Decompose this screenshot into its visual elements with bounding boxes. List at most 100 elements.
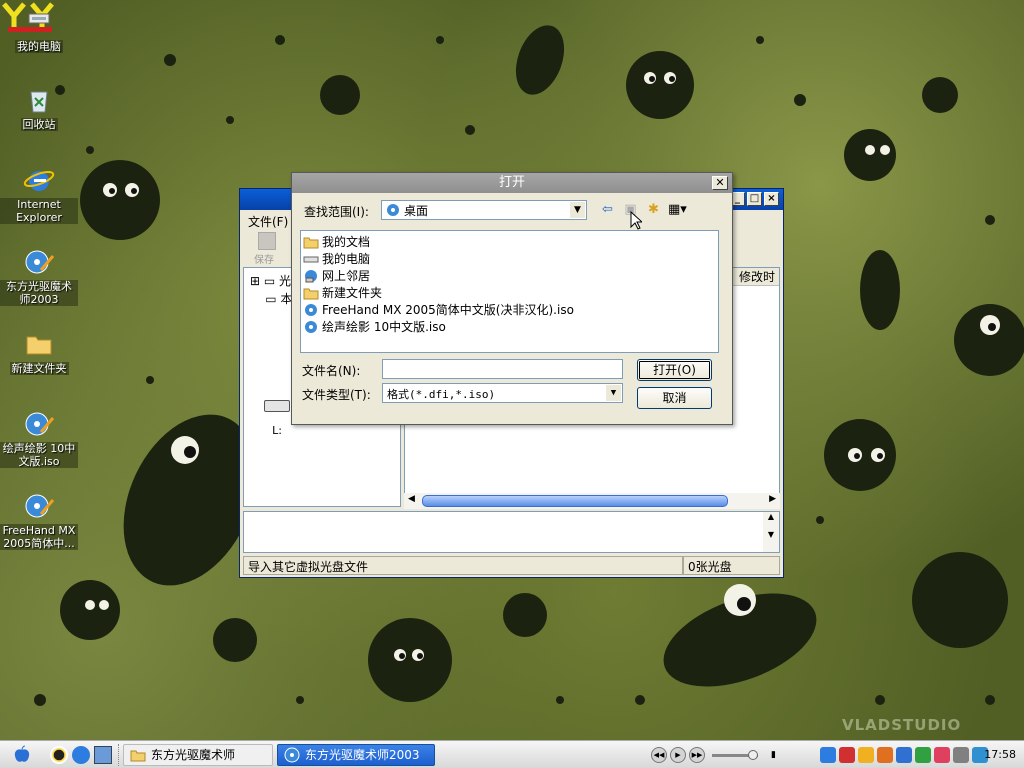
open-button[interactable]: 打开(O) xyxy=(637,359,712,381)
dialog-close-button[interactable]: ✕ xyxy=(712,176,728,190)
status-right: 0张光盘 xyxy=(683,556,780,575)
taskbar-button-label: 东方光驱魔术师 xyxy=(151,748,236,762)
show-desktop-icon[interactable] xyxy=(94,745,112,764)
desktop-icon-label: 回收站 xyxy=(20,118,58,131)
list-item[interactable]: 网上邻居 xyxy=(303,267,716,284)
drive-icon: ▭ xyxy=(265,292,277,306)
taskbar: 东方光驱魔术师 东方光驱魔术师2003 ◀◀ ▶ ▶▶ ▮ 17:58 xyxy=(0,740,1024,768)
cancel-button[interactable]: 取消 xyxy=(637,387,712,409)
recycle-bin-icon xyxy=(30,91,48,113)
quick-launch xyxy=(44,743,119,766)
scroll-left-arrow-icon[interactable]: ◀ xyxy=(408,494,415,504)
my-documents-icon xyxy=(303,237,319,248)
disc-magic-icon xyxy=(25,250,55,274)
system-tray xyxy=(820,745,988,765)
horizontal-scrollbar[interactable]: ◀ ▶ xyxy=(404,493,780,509)
desktop-icon-recycle-bin[interactable]: 回收站 xyxy=(0,84,78,131)
tray-app-icon[interactable] xyxy=(953,747,969,763)
desktop-icon-label: 东方光驱魔术师2003 xyxy=(0,280,78,306)
desktop-icon-huisheng-iso[interactable]: 绘声绘影 10中文版.iso xyxy=(0,408,78,468)
desktop-icon-label: 绘声绘影 10中文版.iso xyxy=(0,442,78,468)
tray-app-icon[interactable] xyxy=(896,747,912,763)
close-button[interactable]: × xyxy=(764,192,779,206)
desktop-icon-my-computer[interactable]: 我的电脑 xyxy=(0,6,78,53)
desktop-icon xyxy=(387,204,399,216)
taskbar-button[interactable]: 东方光驱魔术师 xyxy=(123,743,273,766)
tray-shield-icon[interactable] xyxy=(858,747,874,763)
chevron-down-icon[interactable]: ▼ xyxy=(570,202,585,218)
dialog-nav-toolbar: ⇦ ▣ ✱ ▦▾ xyxy=(599,201,687,218)
folder-icon xyxy=(130,750,146,761)
view-menu-icon[interactable]: ▦▾ xyxy=(668,201,687,218)
media-player-controls: ◀◀ ▶ ▶▶ ▮ xyxy=(651,744,801,766)
scrollbar-thumb[interactable] xyxy=(422,495,728,507)
list-item[interactable]: 我的电脑 xyxy=(303,250,716,267)
my-computer-icon xyxy=(303,256,319,262)
drive-letter-label: L: xyxy=(272,424,282,437)
my-computer-icon xyxy=(28,13,50,24)
next-icon[interactable]: ▶▶ xyxy=(689,747,705,763)
expand-icon[interactable]: ▮ xyxy=(771,750,776,760)
virtual-drive-icon[interactable] xyxy=(264,400,290,412)
network-places-icon xyxy=(305,269,317,282)
dialog-titlebar[interactable]: 打开 ✕ xyxy=(292,173,732,193)
desktop-icon-label: FreeHand MX 2005简体中... xyxy=(0,524,78,550)
filetype-value: 格式(*.dfi,*.iso) xyxy=(387,388,496,401)
volume-slider-knob[interactable] xyxy=(748,749,758,760)
status-bar: 导入其它虚拟光盘文件 0张光盘 xyxy=(243,556,780,575)
volume-slider[interactable] xyxy=(712,749,758,760)
qq-penguin-icon[interactable] xyxy=(50,745,68,764)
list-item[interactable]: 绘声绘影 10中文版.iso xyxy=(303,318,716,335)
internet-explorer-icon xyxy=(23,171,55,191)
toolbar-save-button[interactable]: 保存 xyxy=(254,232,284,266)
wallpaper-watermark: VLADSTUDIO xyxy=(842,716,962,734)
list-item[interactable]: FreeHand MX 2005简体中文版(决非汉化).iso xyxy=(303,301,716,318)
desktop-icon-label: Internet Explorer xyxy=(0,198,78,224)
dialog-file-list[interactable]: 我的文档 我的电脑 网上邻居 新建文件夹 FreeHand MX 2005简体中… xyxy=(300,230,719,353)
desktop-icon-freehand-iso[interactable]: FreeHand MX 2005简体中... xyxy=(0,490,78,550)
list-item[interactable]: 我的文档 xyxy=(303,233,716,250)
folder-icon xyxy=(303,288,319,299)
taskbar-button-active[interactable]: 东方光驱魔术师2003 xyxy=(277,743,435,766)
menu-file[interactable]: 文件(F) xyxy=(248,215,288,229)
back-arrow-icon[interactable]: ⇦ xyxy=(599,201,616,218)
previous-icon[interactable]: ◀◀ xyxy=(651,747,667,763)
iso-disc-icon xyxy=(25,412,55,436)
tray-app-icon[interactable] xyxy=(820,747,836,763)
iso-disc-icon xyxy=(25,494,55,518)
play-icon[interactable]: ▶ xyxy=(670,747,686,763)
toolbar-save-label: 保存 xyxy=(254,255,274,266)
mouse-cursor-icon xyxy=(630,211,642,230)
folder-icon xyxy=(26,336,52,355)
filename-input[interactable] xyxy=(382,359,623,379)
desktop-icon-internet-explorer[interactable]: Internet Explorer xyxy=(0,164,78,224)
tray-network-icon[interactable] xyxy=(915,747,931,763)
iso-disc-icon xyxy=(305,303,317,316)
desktop-icon-label: 新建文件夹 xyxy=(9,362,69,375)
filetype-select[interactable]: 格式(*.dfi,*.iso) ▼ xyxy=(382,383,623,403)
filename-label: 文件名(N): xyxy=(302,364,361,378)
desktop-icon-dfmagic-2003[interactable]: 东方光驱魔术师2003 xyxy=(0,246,78,306)
new-folder-icon[interactable]: ✱ xyxy=(645,201,662,218)
start-button[interactable] xyxy=(0,741,44,768)
taskbar-button-label: 东方光驱魔术师2003 xyxy=(305,748,420,762)
iso-disc-icon xyxy=(305,320,317,333)
dialog-title: 打开 xyxy=(498,175,525,190)
maximize-button[interactable]: □ xyxy=(747,192,762,206)
tray-app-icon[interactable] xyxy=(839,747,855,763)
desktop-icon-label: 我的电脑 xyxy=(15,40,63,53)
desktop-icon-new-folder[interactable]: 新建文件夹 xyxy=(0,328,78,375)
log-panel: ▲ ▼ xyxy=(243,511,780,553)
vertical-scrollbar[interactable]: ▲ ▼ xyxy=(763,512,779,552)
tray-app-icon[interactable] xyxy=(934,747,950,763)
tray-app-icon[interactable] xyxy=(877,747,893,763)
lookin-combobox[interactable]: 桌面 ▼ xyxy=(381,200,587,220)
chevron-down-icon[interactable]: ▼ xyxy=(606,385,621,401)
scroll-right-arrow-icon[interactable]: ▶ xyxy=(769,494,776,504)
filetype-label: 文件类型(T): xyxy=(302,388,371,402)
list-item[interactable]: 新建文件夹 xyxy=(303,284,716,301)
drive-icon: ▭ xyxy=(263,274,276,288)
lookin-value: 桌面 xyxy=(404,203,429,218)
internet-explorer-icon[interactable] xyxy=(72,745,90,764)
clock[interactable]: 17:58 xyxy=(984,748,1016,761)
